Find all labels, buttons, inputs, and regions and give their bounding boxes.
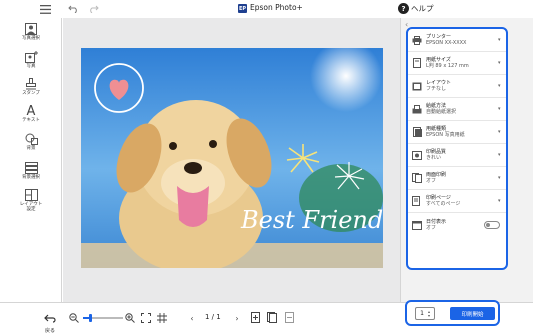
duplicate-page-icon[interactable] bbox=[266, 311, 278, 324]
setting-paper-type[interactable]: 用紙種類 EPSON 写真用紙 ▾ bbox=[408, 121, 506, 144]
add-page-icon[interactable] bbox=[249, 311, 261, 324]
tool-add-photo[interactable]: 写真 bbox=[0, 50, 62, 74]
menu-icon[interactable] bbox=[38, 2, 52, 16]
date-icon bbox=[408, 220, 426, 230]
date-display-toggle[interactable] bbox=[484, 220, 500, 229]
stamp-icon bbox=[25, 77, 37, 91]
back-label: 戻る bbox=[44, 328, 55, 334]
zoom-slider[interactable] bbox=[83, 314, 123, 322]
background-icon bbox=[25, 132, 38, 146]
grid-icon[interactable] bbox=[156, 312, 168, 324]
tool-stamp[interactable]: スタンプ bbox=[0, 77, 62, 101]
back-button[interactable]: 戻る bbox=[40, 308, 60, 334]
print-controls: 1 ▴ ▾ 印刷開始 bbox=[405, 300, 500, 326]
help-label[interactable]: ヘルプ bbox=[411, 3, 434, 14]
zoom-slider-thumb[interactable] bbox=[89, 314, 92, 322]
prev-page-icon[interactable]: ‹ bbox=[187, 312, 197, 324]
zoom-in-icon[interactable] bbox=[124, 312, 136, 324]
app-logo: EP bbox=[238, 4, 247, 13]
settings-panel: ‹ プリンター EPSON XX-XXXX ▾ 用紙サイズ L判 89 x 12… bbox=[400, 18, 533, 302]
tool-background-select[interactable]: 背景選択 bbox=[0, 161, 62, 185]
chevron-down-icon: ▾ bbox=[498, 198, 501, 204]
copies-stepper[interactable]: 1 ▴ ▾ bbox=[415, 307, 435, 320]
stepper-arrows-icon[interactable]: ▴ ▾ bbox=[428, 309, 434, 318]
back-arrow-icon bbox=[44, 308, 56, 327]
photo-canvas[interactable]: Best Friend bbox=[81, 48, 383, 268]
fit-to-window-icon[interactable] bbox=[140, 312, 152, 324]
title-bar: EP Epson Photo+ ? ヘルプ bbox=[0, 0, 533, 18]
paper-feed-icon bbox=[408, 104, 426, 114]
layout-icon bbox=[408, 82, 426, 91]
tool-label: テキスト bbox=[22, 118, 40, 123]
app-title: Epson Photo+ bbox=[250, 3, 303, 12]
tool-text[interactable]: A テキスト bbox=[0, 104, 62, 128]
paper-type-icon bbox=[408, 127, 426, 137]
background-select-icon bbox=[24, 161, 38, 175]
photo-caption: Best Friend bbox=[240, 206, 383, 234]
chevron-down-icon: ▾ bbox=[498, 37, 501, 43]
setting-print-pages[interactable]: 印刷ページ すべてのページ ▾ bbox=[408, 190, 506, 213]
tool-label: スタンプ bbox=[22, 91, 40, 96]
setting-print-quality[interactable]: 印刷品質 きれい ▾ bbox=[408, 144, 506, 167]
layout-settings-icon bbox=[24, 188, 38, 202]
canvas-area: Best Friend bbox=[63, 18, 400, 302]
print-settings-group: プリンター EPSON XX-XXXX ▾ 用紙サイズ L判 89 x 127 … bbox=[406, 27, 508, 270]
copies-value: 1 bbox=[420, 310, 424, 317]
tool-label: レイアウト設定 bbox=[19, 202, 43, 212]
page-indicator: 1 / 1 bbox=[205, 313, 221, 321]
chevron-down-icon: ▾ bbox=[498, 60, 501, 66]
paper-size-icon bbox=[408, 58, 426, 68]
undo-icon[interactable] bbox=[66, 2, 80, 16]
tool-label: 写真 bbox=[26, 64, 36, 69]
tool-photo-select[interactable]: 写真選択 bbox=[0, 22, 62, 46]
chevron-down-icon: ▾ bbox=[498, 83, 501, 89]
chevron-down-icon: ▾ bbox=[498, 152, 501, 158]
print-pages-icon bbox=[408, 196, 426, 206]
printer-icon bbox=[408, 35, 426, 45]
photo-select-icon bbox=[25, 22, 37, 36]
app-window: EP Epson Photo+ ? ヘルプ 写真選択 写真 スタンプ A テキス… bbox=[0, 0, 533, 336]
tool-palette: 写真選択 写真 スタンプ A テキスト 背景 背景選択 レイアウト設定 bbox=[0, 18, 62, 302]
setting-value: オフ bbox=[426, 178, 437, 184]
toggle-knob bbox=[486, 222, 490, 227]
start-print-button[interactable]: 印刷開始 bbox=[450, 307, 495, 320]
tool-label: 背景選択 bbox=[22, 175, 40, 180]
redo-icon[interactable] bbox=[86, 2, 100, 16]
next-page-icon[interactable]: › bbox=[232, 312, 242, 324]
setting-value: フチなし bbox=[426, 86, 447, 92]
setting-value: きれい bbox=[426, 155, 442, 161]
chevron-down-icon: ▾ bbox=[498, 175, 501, 181]
setting-value: EPSON 写真用紙 bbox=[426, 132, 465, 138]
delete-page-icon[interactable] bbox=[283, 311, 295, 324]
setting-printer[interactable]: プリンター EPSON XX-XXXX ▾ bbox=[408, 29, 506, 52]
chevron-down-icon: ▾ bbox=[498, 129, 501, 135]
text-icon: A bbox=[26, 103, 36, 119]
tool-label: 写真選択 bbox=[22, 36, 40, 41]
setting-value: EPSON XX-XXXX bbox=[426, 40, 467, 46]
chevron-down-icon: ▾ bbox=[498, 106, 501, 112]
help-icon[interactable]: ? bbox=[398, 3, 409, 14]
setting-value: 自動給紙選択 bbox=[426, 109, 457, 115]
zoom-out-icon[interactable] bbox=[68, 312, 80, 324]
setting-paper-size[interactable]: 用紙サイズ L判 89 x 127 mm ▾ bbox=[408, 52, 506, 75]
setting-value: L判 89 x 127 mm bbox=[426, 63, 469, 69]
duplex-icon bbox=[408, 173, 426, 183]
tool-background[interactable]: 背景 bbox=[0, 132, 62, 156]
setting-layout[interactable]: レイアウト フチなし ▾ bbox=[408, 75, 506, 98]
print-quality-icon bbox=[408, 150, 426, 160]
tool-layout-settings[interactable]: レイアウト設定 bbox=[0, 188, 62, 218]
setting-value: オフ bbox=[426, 224, 437, 231]
setting-date-display[interactable]: 日付表示 オフ bbox=[408, 213, 506, 236]
add-photo-icon bbox=[24, 50, 38, 64]
setting-value: すべてのページ bbox=[426, 201, 461, 207]
tool-label: 背景 bbox=[26, 146, 36, 151]
setting-duplex[interactable]: 両面印刷 オフ ▾ bbox=[408, 167, 506, 190]
setting-paper-feed[interactable]: 給紙方法 自動給紙選択 ▾ bbox=[408, 98, 506, 121]
